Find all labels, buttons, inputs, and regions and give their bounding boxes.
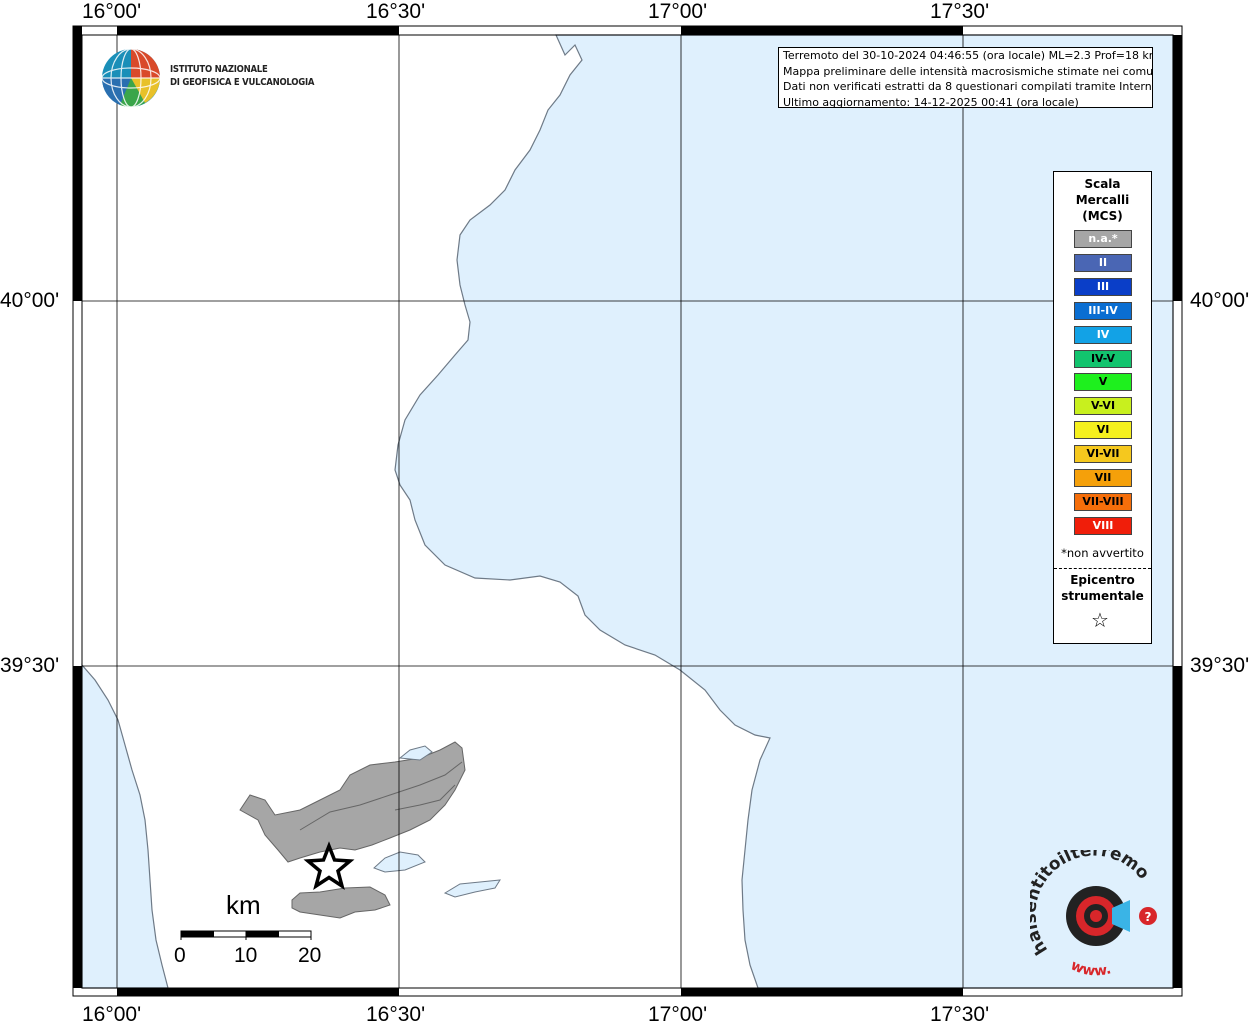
legend-title: Scala Mercalli (MCS) [1054, 176, 1151, 224]
scale-unit-label: km [226, 890, 261, 920]
legend-title-line1: Scala [1084, 177, 1121, 191]
ingv-globe-icon [101, 48, 161, 108]
ingv-logo-line1: ISTITUTO NAZIONALE [170, 64, 268, 75]
right-tick-label-1: 40°00' [1190, 289, 1250, 312]
legend-star-icon: ☆ [1091, 608, 1109, 632]
legend-epicenter-line1: Epicentro [1070, 573, 1135, 587]
event-info-line3: Dati non verificati estratti da 8 questi… [783, 80, 1153, 93]
left-tick-label-1: 40°00' [0, 289, 60, 312]
scale-tick-10: 10 [234, 944, 258, 967]
right-tick-label-2: 39°30' [1190, 654, 1250, 677]
event-info-box: Terremoto del 30-10-2024 04:46:55 (ora l… [778, 47, 1153, 108]
legend-epicenter-label: Epicentro strumentale [1054, 572, 1151, 604]
legend-item-iv: IV [1074, 325, 1132, 344]
haisentito-logo: haisentitoilterremoto.it www. ? [1020, 835, 1170, 980]
bottom-tick-label-3: 17°00' [648, 1003, 708, 1026]
legend-item-vi: VI [1074, 421, 1132, 440]
top-tick-label-4: 17°30' [930, 0, 990, 23]
scale-tick-0: 0 [174, 944, 186, 967]
svg-text:www.: www. [1068, 957, 1113, 979]
bottom-tick-label-1: 16°00' [82, 1003, 142, 1026]
top-tick-label-2: 16°30' [366, 0, 426, 23]
bottom-tick-label-4: 17°30' [930, 1003, 990, 1026]
legend-item-vii-viii: VII-VIII [1074, 492, 1132, 511]
event-info-line4: Ultimo aggiornamento: 14-12-2025 00:41 (… [783, 95, 1079, 108]
legend-item-iii: III [1074, 277, 1132, 296]
legend-item-vi-vii: VI-VII [1074, 445, 1132, 464]
bottom-tick-label-2: 16°30' [366, 1003, 426, 1026]
top-tick-label-1: 16°00' [82, 0, 142, 23]
legend-item-vii: VII [1074, 469, 1132, 487]
legend-title-line3: (MCS) [1082, 209, 1123, 223]
legend-item-ii: II [1074, 253, 1132, 272]
top-tick-label-3: 17°00' [648, 0, 708, 23]
scale-tick-20: 20 [298, 944, 322, 967]
ingv-logo: ISTITUTO NAZIONALE DI GEOFISICA E VULCAN… [100, 47, 320, 111]
legend-item-iv-v: IV-V [1074, 349, 1132, 368]
legend-title-line2: Mercalli [1075, 193, 1130, 207]
event-info-line1: Terremoto del 30-10-2024 04:46:55 (ora l… [783, 49, 1153, 62]
left-tick-label-2: 39°30' [0, 654, 60, 677]
legend-note: *non avvertito [1061, 546, 1144, 560]
haisentito-logo-prefix: www. [1068, 957, 1113, 979]
legend-item-viii: VIII [1074, 516, 1132, 535]
legend-item-v-vi: V-VI [1074, 397, 1132, 416]
legend-separator [1054, 568, 1151, 569]
mcs-legend: Scala Mercalli (MCS) *non avvertito Epic… [1053, 171, 1152, 644]
haisentito-logo-mark: haisentitoilterremoto.it www. ? [1020, 835, 1157, 980]
legend-item-iii-iv: III-IV [1074, 301, 1132, 320]
ingv-logo-line2: DI GEOFISICA E VULCANOLOGIA [170, 77, 315, 88]
legend-item-n-a-: n.a.* [1074, 230, 1132, 248]
haisentito-logo-mark-text: ? [1145, 910, 1152, 924]
ingv-logo-text: ISTITUTO NAZIONALE DI GEOFISICA E VULCAN… [170, 63, 314, 89]
legend-item-v: V [1074, 373, 1132, 392]
legend-epicenter-line2: strumentale [1061, 589, 1144, 603]
event-info-line2: Mappa preliminare delle intensità macros… [783, 64, 1153, 78]
